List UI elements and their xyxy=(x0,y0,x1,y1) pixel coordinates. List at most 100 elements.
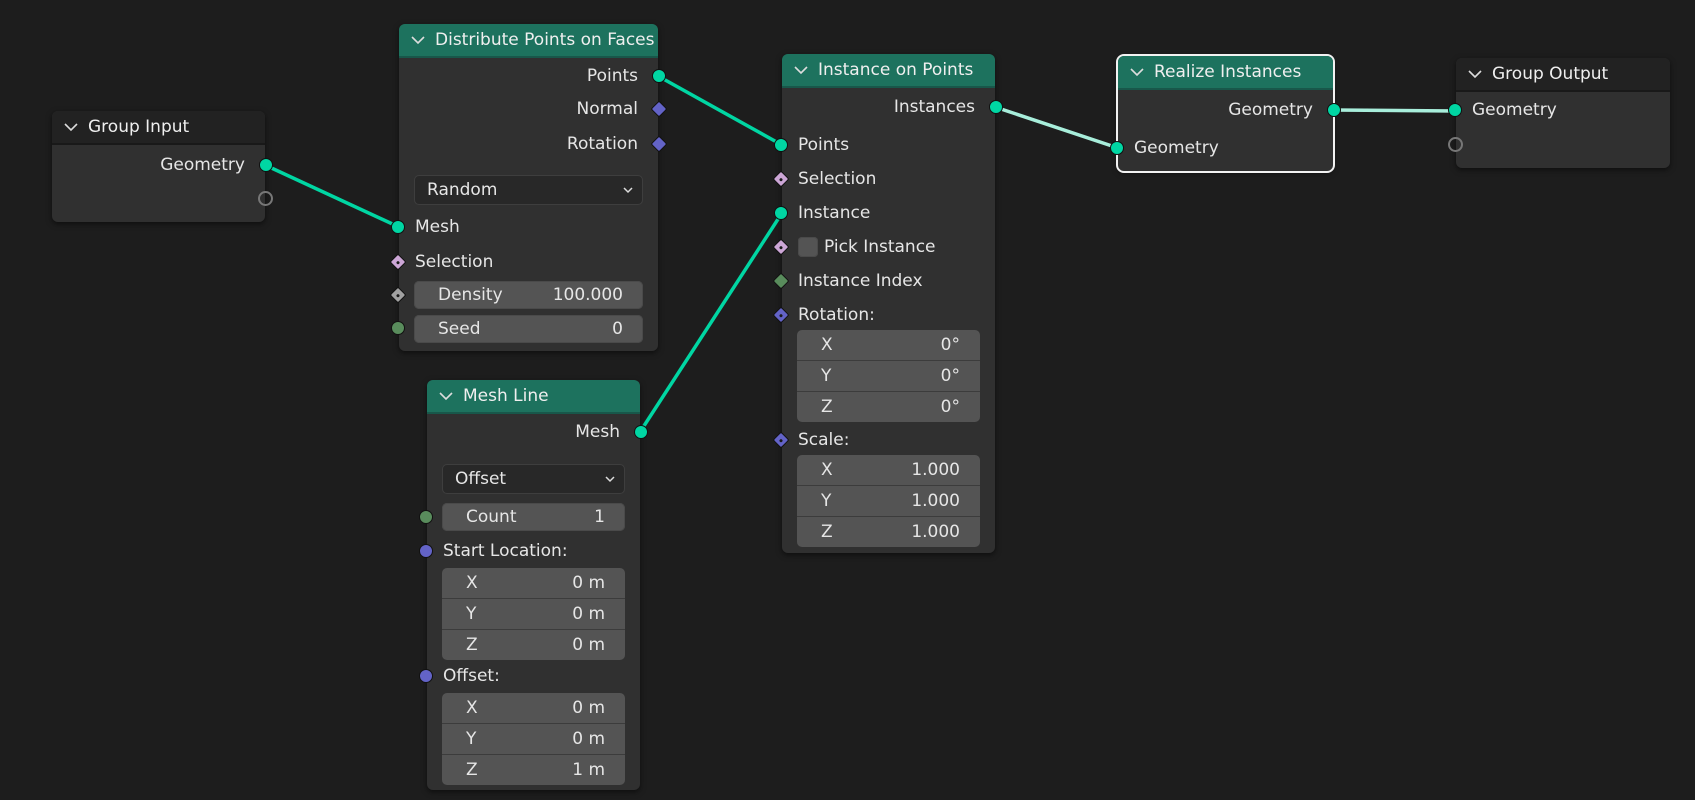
scale-x-field[interactable]: X 1.000 xyxy=(797,455,980,486)
rotation-socket-icon[interactable] xyxy=(650,135,668,153)
node-mesh-line[interactable]: Mesh Line Mesh Offset Count 1 Start Loca… xyxy=(419,380,648,790)
offset-z-field[interactable]: Z 1 m xyxy=(442,755,625,785)
rotation-z-field[interactable]: Z 0° xyxy=(797,392,980,422)
socket-label: Instance xyxy=(798,203,871,223)
socket-label: Offset: xyxy=(443,666,500,686)
node-group-output[interactable]: Group Output Geometry xyxy=(1448,58,1670,168)
geometry-socket-icon[interactable] xyxy=(634,425,648,439)
geometry-socket-icon[interactable] xyxy=(259,158,273,172)
distribute-method-dropdown[interactable]: Random xyxy=(414,175,643,205)
float-field-socket-icon[interactable] xyxy=(389,286,407,304)
offset-y-field[interactable]: Y 0 m xyxy=(442,724,625,755)
checkbox-icon[interactable] xyxy=(798,237,818,257)
field-label: Count xyxy=(466,507,517,527)
node-instance-on-points[interactable]: Instance on Points Instances Points Sele… xyxy=(772,54,1003,553)
link-realize-to-group-output[interactable] xyxy=(1332,108,1457,113)
axis-value: 0 m xyxy=(572,604,605,624)
geometry-socket-icon[interactable] xyxy=(1448,103,1462,117)
node-header[interactable]: Mesh Line xyxy=(427,380,640,414)
start-location-x-field[interactable]: X 0 m xyxy=(442,568,625,599)
socket-label: Scale: xyxy=(798,430,850,450)
output-geometry: Geometry xyxy=(52,151,273,179)
geometry-socket-icon[interactable] xyxy=(391,220,405,234)
mesh-line-mode-dropdown[interactable]: Offset xyxy=(442,464,625,494)
axis-value: 0 m xyxy=(572,573,605,593)
field-value: 100.000 xyxy=(552,285,623,305)
density-field[interactable]: Density 100.000 xyxy=(414,281,643,309)
socket-label: Instance Index xyxy=(798,271,923,291)
socket-label: Selection xyxy=(415,252,494,272)
boolean-field-socket-icon[interactable] xyxy=(772,238,790,256)
chevron-down-icon[interactable] xyxy=(64,122,82,132)
socket-label: Geometry xyxy=(1472,100,1557,120)
boolean-field-socket-icon[interactable] xyxy=(772,170,790,188)
geometry-socket-icon[interactable] xyxy=(774,206,788,220)
node-header[interactable]: Group Input xyxy=(52,111,265,145)
node-group-input[interactable]: Group Input Geometry xyxy=(52,111,273,222)
vector-socket-icon[interactable] xyxy=(419,669,433,683)
vector-field-socket-icon[interactable] xyxy=(772,306,790,324)
geometry-socket-icon[interactable] xyxy=(1327,103,1341,117)
scale-vector: X 1.000 Y 1.000 Z 1.000 xyxy=(797,455,980,547)
scale-z-field[interactable]: Z 1.000 xyxy=(797,517,980,547)
output-normal: Normal xyxy=(399,95,668,123)
socket-label: Points xyxy=(586,66,638,86)
link-distribute-points-to-instance-points[interactable] xyxy=(657,74,783,147)
axis-label: X xyxy=(466,698,478,718)
node-header[interactable]: Instance on Points xyxy=(782,54,995,88)
chevron-down-icon[interactable] xyxy=(411,35,429,45)
socket-label: Points xyxy=(798,135,850,155)
chevron-down-icon[interactable] xyxy=(794,65,812,75)
count-field[interactable]: Count 1 xyxy=(442,503,625,531)
vector-socket-icon[interactable] xyxy=(650,100,668,118)
socket-label: Normal xyxy=(576,99,638,119)
integer-socket-icon[interactable] xyxy=(391,321,405,335)
geometry-socket-icon[interactable] xyxy=(652,69,666,83)
pick-instance-checkbox[interactable]: Pick Instance xyxy=(798,233,936,261)
empty-socket-icon[interactable] xyxy=(258,191,273,206)
input-instance-index: Instance Index xyxy=(772,267,995,295)
dropdown-value: Offset xyxy=(455,469,507,489)
output-rotation: Rotation xyxy=(399,130,668,158)
axis-value: 1.000 xyxy=(911,522,960,542)
chevron-down-icon[interactable] xyxy=(1130,67,1148,77)
node-header[interactable]: Distribute Points on Faces xyxy=(399,24,658,58)
rotation-x-field[interactable]: X 0° xyxy=(797,330,980,361)
geometry-socket-icon[interactable] xyxy=(1110,141,1124,155)
input-empty xyxy=(1448,131,1670,159)
integer-socket-icon[interactable] xyxy=(419,510,433,524)
geometry-socket-icon[interactable] xyxy=(774,138,788,152)
empty-socket-icon[interactable] xyxy=(1448,137,1463,152)
start-location-z-field[interactable]: Z 0 m xyxy=(442,630,625,660)
vector-field-socket-icon[interactable] xyxy=(772,431,790,449)
axis-value: 1.000 xyxy=(911,460,960,480)
boolean-field-socket-icon[interactable] xyxy=(389,253,407,271)
output-empty xyxy=(52,185,273,213)
dropdown-value: Random xyxy=(427,180,498,200)
input-points: Points xyxy=(774,131,995,159)
start-location-y-field[interactable]: Y 0 m xyxy=(442,599,625,630)
geometry-socket-icon[interactable] xyxy=(989,100,1003,114)
link-group-input-to-distribute-mesh[interactable] xyxy=(264,163,400,229)
chevron-down-icon[interactable] xyxy=(439,391,457,401)
node-title: Instance on Points xyxy=(818,60,974,80)
node-header[interactable]: Realize Instances xyxy=(1118,56,1333,90)
node-realize-instances[interactable]: Realize Instances Geometry Geometry xyxy=(1110,54,1341,173)
vector-socket-icon[interactable] xyxy=(419,544,433,558)
input-start-location: Start Location: xyxy=(419,537,640,565)
offset-x-field[interactable]: X 0 m xyxy=(442,693,625,724)
rotation-y-field[interactable]: Y 0° xyxy=(797,361,980,392)
node-header[interactable]: Group Output xyxy=(1456,58,1670,92)
axis-label: X xyxy=(466,573,478,593)
link-instances-to-realize[interactable] xyxy=(994,105,1119,150)
seed-field[interactable]: Seed 0 xyxy=(414,315,643,343)
link-mesh-line-to-instance[interactable] xyxy=(638,212,784,433)
chevron-down-icon[interactable] xyxy=(1468,69,1486,79)
integer-field-socket-icon[interactable] xyxy=(772,272,790,290)
node-distribute-points-on-faces[interactable]: Distribute Points on Faces Points Normal… xyxy=(389,24,668,351)
axis-value: 0 m xyxy=(572,729,605,749)
node-title: Group Input xyxy=(88,117,190,137)
field-label: Seed xyxy=(438,319,481,339)
scale-y-field[interactable]: Y 1.000 xyxy=(797,486,980,517)
offset-vector: X 0 m Y 0 m Z 1 m xyxy=(442,693,625,785)
